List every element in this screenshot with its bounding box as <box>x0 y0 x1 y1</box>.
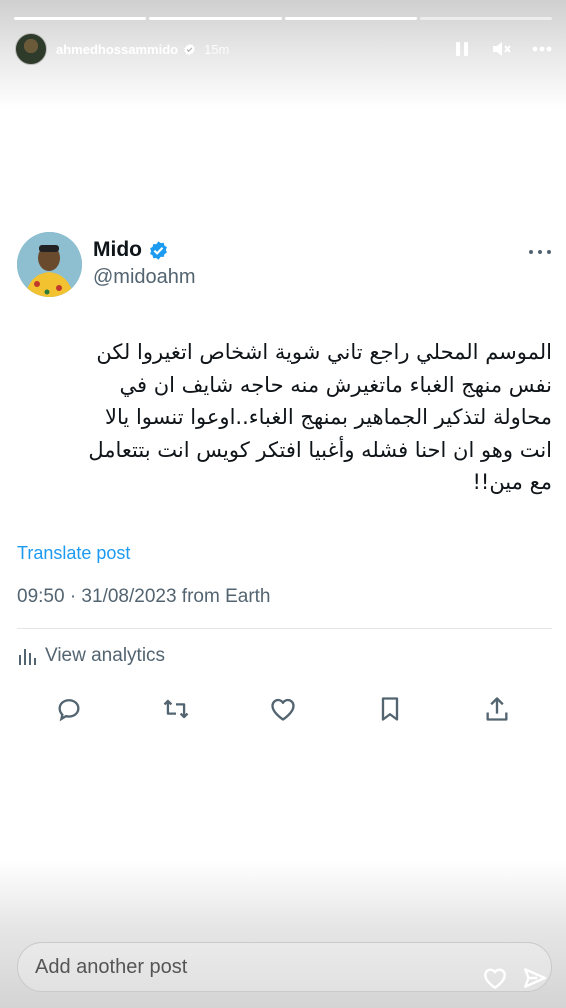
story-controls <box>452 39 552 59</box>
bookmark-icon[interactable] <box>375 694 405 724</box>
verified-badge-icon <box>150 240 167 260</box>
pause-icon[interactable] <box>452 39 472 59</box>
progress-segment <box>14 17 147 20</box>
reply-bar <box>17 942 552 992</box>
tweet-text-line: الموسم المحلي راجع تاني شوية اشخاص اتغير… <box>96 340 552 364</box>
tweet-text-line: محاولة لتذكير الجماهير بمنهج الغباء..اوع… <box>105 405 552 429</box>
tweet-more-icon[interactable] <box>529 248 551 256</box>
mute-icon[interactable] <box>492 39 512 59</box>
verified-badge-icon <box>184 43 195 55</box>
heart-icon[interactable] <box>482 965 508 991</box>
view-analytics-label: View analytics <box>45 645 166 666</box>
tweet-text-line: مع مين!! <box>472 470 552 494</box>
view-analytics-link[interactable]: View analytics <box>17 645 165 667</box>
story-username[interactable]: ahmedhossammido <box>56 42 178 57</box>
send-icon[interactable] <box>522 965 548 991</box>
more-icon[interactable] <box>532 39 552 59</box>
tweet-text: الموسم المحلي راجع تاني شوية اشخاص اتغير… <box>40 336 552 499</box>
reply-icon[interactable] <box>54 694 84 724</box>
story-time: 15m <box>204 41 230 57</box>
story-progress <box>14 17 552 20</box>
divider <box>17 628 552 629</box>
like-icon[interactable] <box>268 694 298 724</box>
tweet-timestamp: 09:50 · 31/08/2023 from Earth <box>17 586 271 607</box>
share-icon[interactable] <box>482 694 512 724</box>
tweet-actions <box>54 694 514 724</box>
progress-segment <box>419 17 552 20</box>
tweet-text-line: نفس منهج الغباء ماتغيرش منه حاجه شايف ان… <box>119 372 552 397</box>
progress-segment <box>149 17 282 20</box>
tweet-handle[interactable]: @midoahm <box>93 266 196 289</box>
add-post-input[interactable] <box>35 955 395 979</box>
retweet-icon[interactable] <box>161 694 191 724</box>
tweet-text-line: انت وهو ان احنا فشله وأغبيا افتكر كويس ا… <box>88 437 552 462</box>
translate-link[interactable]: Translate post <box>17 543 130 564</box>
progress-segment <box>284 17 417 20</box>
tweet-display-name[interactable]: Mido <box>93 238 142 262</box>
tweet-avatar[interactable] <box>17 232 82 297</box>
story-avatar[interactable] <box>15 33 47 65</box>
analytics-icon <box>19 649 36 665</box>
tweet-name-row: Mido <box>93 238 169 262</box>
story-header: ahmedhossammido 15m <box>15 33 552 65</box>
